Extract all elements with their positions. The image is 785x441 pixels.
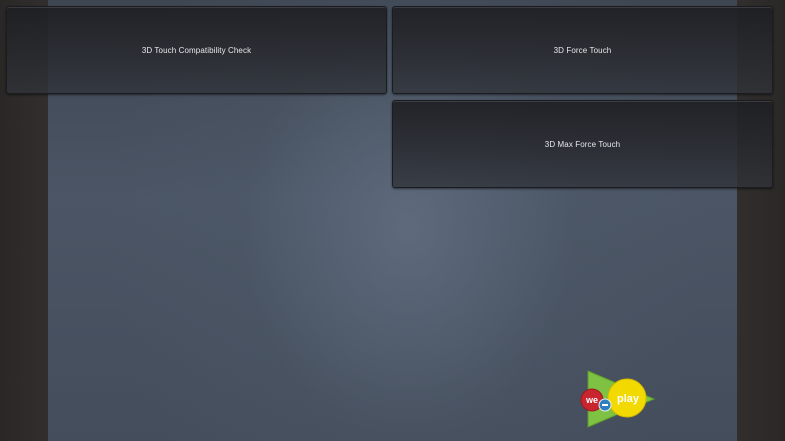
force-touch-button[interactable]: 3D Force Touch (392, 6, 773, 94)
compatibility-check-button[interactable]: 3D Touch Compatibility Check (6, 6, 387, 94)
compatibility-check-label: 3D Touch Compatibility Check (141, 45, 252, 55)
logo-we-text: we (585, 395, 598, 405)
max-force-touch-label: 3D Max Force Touch (544, 139, 621, 149)
weplay-logo-icon[interactable]: we play (580, 368, 656, 430)
force-touch-label: 3D Force Touch (553, 45, 612, 55)
logo-play-text: play (617, 393, 640, 405)
app-screen: 3D Touch Compatibility Check 3D Force To… (0, 0, 785, 441)
max-force-touch-button[interactable]: 3D Max Force Touch (392, 100, 773, 188)
